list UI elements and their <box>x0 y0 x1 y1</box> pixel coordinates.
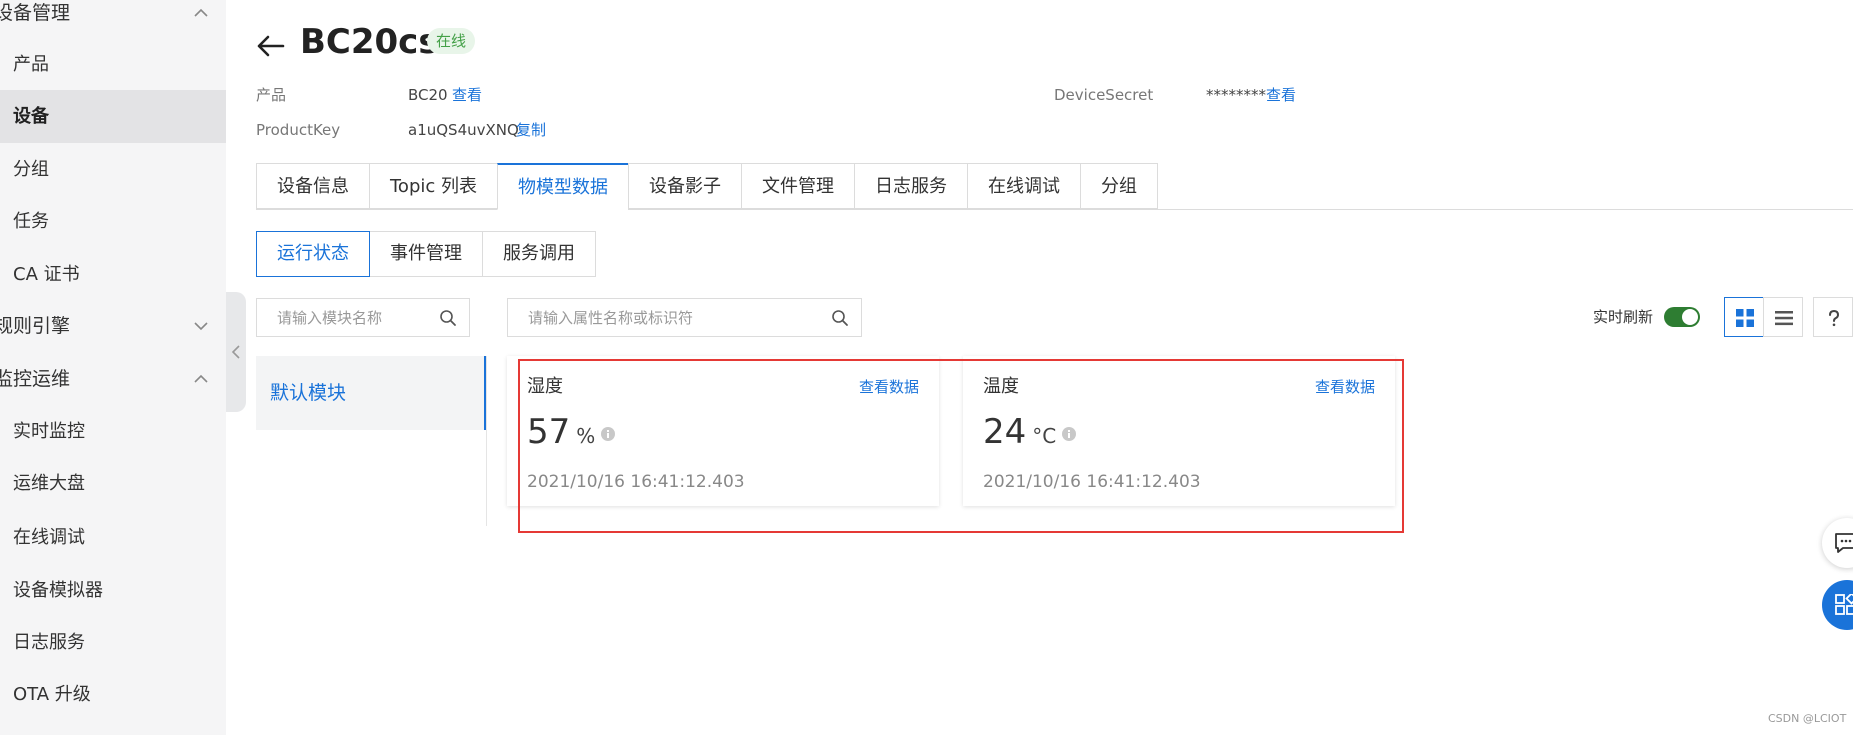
list-icon <box>1775 311 1793 326</box>
question-mark-icon <box>1829 309 1840 327</box>
list-view-button[interactable] <box>1763 297 1803 337</box>
watermark: CSDN @LCIOT <box>1768 712 1847 725</box>
sidebar-item-realtime-monitor[interactable]: 实时监控 <box>0 405 226 458</box>
card-title: 温度 <box>983 376 1019 397</box>
sidebar-item-devices[interactable]: 设备 <box>0 90 226 143</box>
view-data-link[interactable]: 查看数据 <box>1315 376 1375 398</box>
property-search <box>507 298 862 337</box>
sidebar-item-products[interactable]: 产品 <box>0 38 226 91</box>
value-number: 57 <box>527 412 571 452</box>
page-title: BC20cs <box>300 22 439 62</box>
chat-icon <box>1835 533 1853 553</box>
sidebar-collapse-handle[interactable] <box>226 292 246 412</box>
productkey-value: a1uQS4uvXNQ <box>408 121 519 139</box>
sidebar-item-label: 任务 <box>13 211 49 232</box>
copy-productkey-link[interactable]: 复制 <box>516 120 546 140</box>
sidebar-item-ota-upgrade[interactable]: OTA 升级 <box>0 668 226 721</box>
sidebar-item-log-service[interactable]: 日志服务 <box>0 616 226 669</box>
tab-device-info[interactable]: 设备信息 <box>256 163 369 209</box>
sidebar-item-label: OTA 升级 <box>13 684 91 705</box>
subtab-event-management[interactable]: 事件管理 <box>370 231 483 277</box>
card-timestamp: 2021/10/16 16:41:12.403 <box>527 472 745 492</box>
sidebar-item-ca-certificate[interactable]: CA 证书 <box>0 248 226 301</box>
card-title: 湿度 <box>527 376 563 397</box>
tab-file-management[interactable]: 文件管理 <box>741 163 854 209</box>
sidebar-item-label: CA 证书 <box>13 264 80 285</box>
sidebar-item-label: 设备模拟器 <box>13 580 103 601</box>
property-card-temperature: 温度 查看数据 24 °C 2021/10/16 16:41:12.403 <box>963 356 1395 506</box>
info-icon[interactable] <box>601 427 616 441</box>
sidebar: 设备管理 产品 设备 分组 任务 CA 证书 规则引擎 监控运维 实时监控 运维… <box>0 0 226 735</box>
sidebar-item-groups[interactable]: 分组 <box>0 143 226 196</box>
value-number: 24 <box>983 412 1027 452</box>
back-arrow-icon[interactable] <box>255 33 285 59</box>
module-divider <box>486 356 487 526</box>
view-product-link[interactable]: 查看 <box>452 85 482 105</box>
tab-topic-list[interactable]: Topic 列表 <box>369 163 497 209</box>
view-data-link[interactable]: 查看数据 <box>859 376 919 398</box>
tab-log-service[interactable]: 日志服务 <box>854 163 967 209</box>
tab-thing-model-data[interactable]: 物模型数据 <box>497 163 628 210</box>
sidebar-item-label: 运维大盘 <box>13 473 85 494</box>
device-secret-label: DeviceSecret <box>1054 86 1154 104</box>
tab-device-shadow[interactable]: 设备影子 <box>628 163 741 209</box>
sidebar-group-label: 设备管理 <box>0 2 71 24</box>
sidebar-item-label: 在线调试 <box>13 527 85 548</box>
search-icon[interactable] <box>439 309 457 327</box>
search-icon[interactable] <box>831 309 849 327</box>
module-item-label: 默认模块 <box>270 382 347 404</box>
sidebar-group-label: 规则引擎 <box>0 315 71 337</box>
device-secret-value: ******** <box>1206 86 1266 104</box>
realtime-refresh-label: 实时刷新 <box>1593 308 1654 326</box>
grid-icon <box>1736 309 1754 327</box>
sidebar-item-tasks[interactable]: 任务 <box>0 195 226 248</box>
subtab-running-status[interactable]: 运行状态 <box>256 231 370 277</box>
tab-bar: 设备信息 Topic 列表 物模型数据 设备影子 文件管理 日志服务 在线调试 … <box>256 163 1158 210</box>
info-icon[interactable] <box>1062 427 1077 441</box>
product-label: 产品 <box>256 86 287 104</box>
sidebar-item-device-simulator[interactable]: 设备模拟器 <box>0 564 226 617</box>
sidebar-item-label: 日志服务 <box>13 632 85 653</box>
apps-icon <box>1835 594 1853 615</box>
chevron-down-icon <box>194 322 208 331</box>
sidebar-item-label: 分组 <box>13 159 49 180</box>
productkey-label: ProductKey <box>256 121 341 139</box>
chat-float-button[interactable] <box>1822 518 1853 568</box>
value-unit: % <box>576 424 596 448</box>
help-button[interactable] <box>1813 297 1853 337</box>
grid-view-button[interactable] <box>1724 297 1764 337</box>
property-search-input[interactable] <box>508 299 861 336</box>
card-value: 57% <box>527 408 616 460</box>
value-unit: °C <box>1032 424 1057 448</box>
tab-online-debug[interactable]: 在线调试 <box>967 163 1080 209</box>
chevron-up-icon <box>194 374 208 383</box>
product-value: BC20 <box>408 86 448 104</box>
view-secret-link[interactable]: 查看 <box>1266 85 1296 105</box>
subtab-service-invocation[interactable]: 服务调用 <box>483 231 596 277</box>
sidebar-item-label: 实时监控 <box>13 421 85 442</box>
card-value: 24 °C <box>983 408 1077 460</box>
chevron-left-icon <box>231 345 240 359</box>
toggle-knob <box>1682 309 1698 325</box>
sidebar-item-online-debug[interactable]: 在线调试 <box>0 511 226 564</box>
sidebar-item-ops-dashboard[interactable]: 运维大盘 <box>0 457 226 510</box>
module-list: 默认模块 <box>256 356 486 430</box>
module-item-default[interactable]: 默认模块 <box>256 356 486 430</box>
sidebar-group-rule-engine[interactable]: 规则引擎 <box>0 313 226 365</box>
chevron-up-icon <box>194 8 208 17</box>
apps-float-button[interactable] <box>1822 580 1853 630</box>
tab-groups[interactable]: 分组 <box>1080 163 1158 209</box>
card-timestamp: 2021/10/16 16:41:12.403 <box>983 472 1201 492</box>
sidebar-item-label: 设备 <box>13 106 49 127</box>
module-search <box>256 298 470 337</box>
status-badge: 在线 <box>427 28 476 54</box>
realtime-refresh-toggle[interactable] <box>1664 307 1700 327</box>
property-card-humidity: 湿度 查看数据 57% 2021/10/16 16:41:12.403 <box>507 356 939 506</box>
subtab-bar: 运行状态 事件管理 服务调用 <box>256 231 596 277</box>
sidebar-item-label: 产品 <box>13 54 49 75</box>
module-search-input[interactable] <box>257 299 469 336</box>
sidebar-group-label: 监控运维 <box>0 368 71 390</box>
